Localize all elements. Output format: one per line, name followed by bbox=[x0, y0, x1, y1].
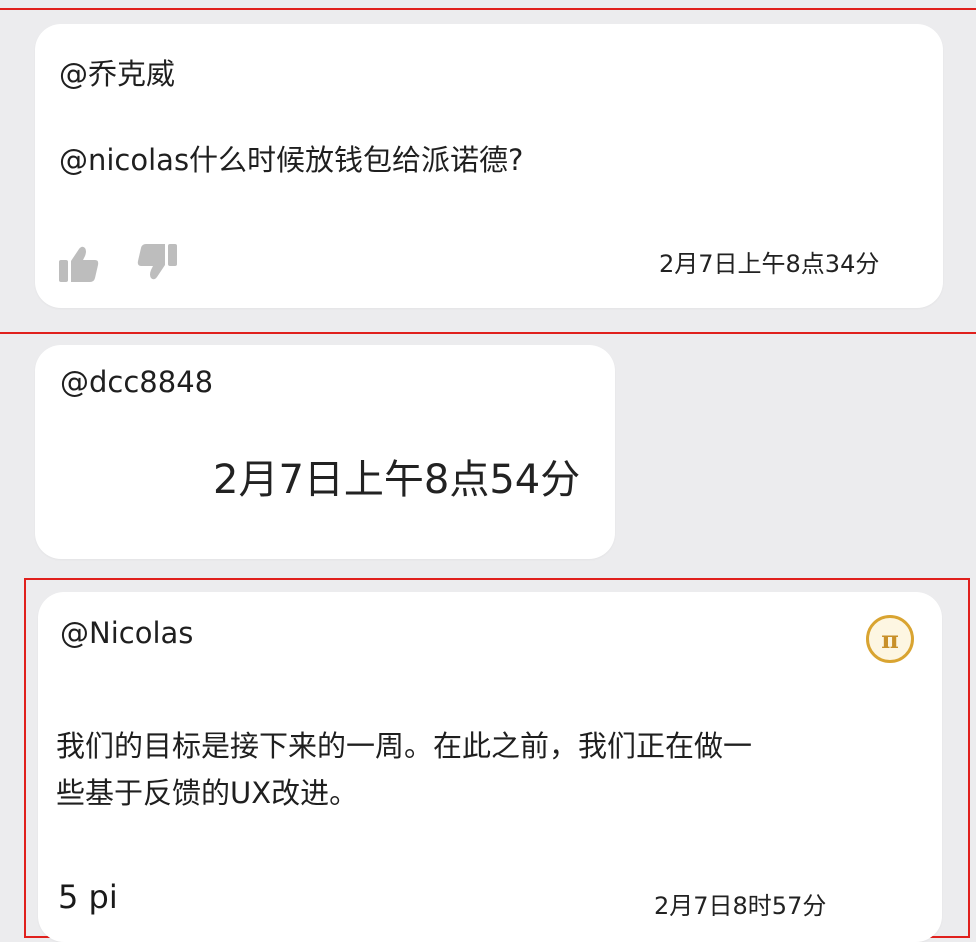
comment-author[interactable]: @Nicolas bbox=[60, 616, 193, 650]
comment-body: @nicolas什么时候放钱包给派诺德? bbox=[59, 143, 524, 177]
comment-timestamp: 2月7日上午8点34分 bbox=[659, 250, 880, 278]
comment-body-line: 我们的目标是接下来的一周。在此之前，我们正在做一 bbox=[56, 729, 753, 763]
comment-body-line: 些基于反馈的UX改进。 bbox=[56, 776, 359, 810]
tip-amount: 5 pi bbox=[58, 878, 118, 916]
pi-badge-glyph: π bbox=[881, 624, 899, 654]
comment-card: @乔克威 @nicolas什么时候放钱包给派诺德? 2月7日上午8点34分 bbox=[35, 24, 943, 308]
comment-card: @dcc8848 2月7日上午8点54分 bbox=[35, 345, 615, 559]
thumbs-down-icon[interactable] bbox=[135, 242, 179, 282]
comment-body: 2月7日上午8点54分 bbox=[213, 457, 581, 503]
comment-timestamp: 2月7日8时57分 bbox=[654, 892, 827, 920]
comment-author[interactable]: @乔克威 bbox=[59, 51, 175, 93]
comment-author[interactable]: @dcc8848 bbox=[60, 365, 213, 399]
pi-network-icon: π bbox=[866, 615, 914, 663]
thumbs-up-icon[interactable] bbox=[57, 244, 101, 284]
comment-card: @Nicolas π 我们的目标是接下来的一周。在此之前，我们正在做一 些基于反… bbox=[38, 592, 942, 942]
